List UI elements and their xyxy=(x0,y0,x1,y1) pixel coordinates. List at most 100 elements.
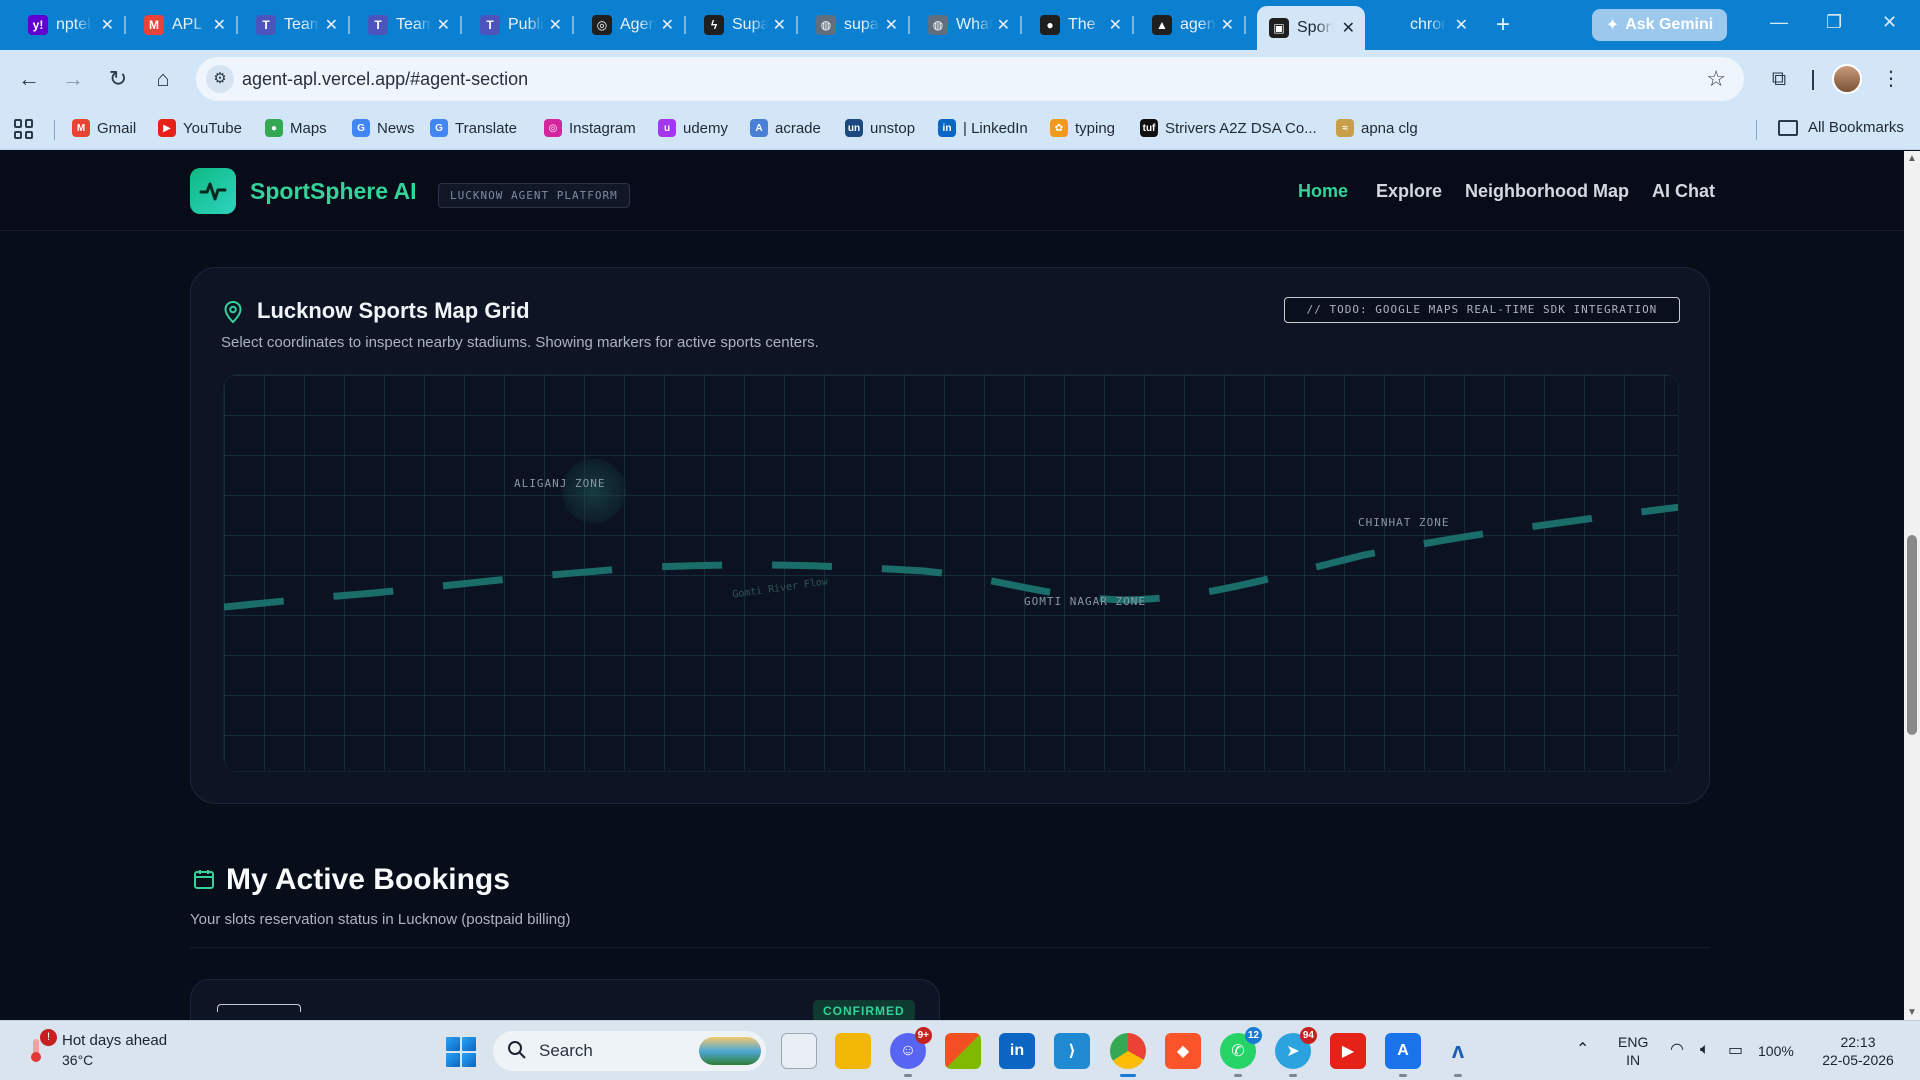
brave-icon[interactable]: ◆ xyxy=(1165,1033,1201,1069)
browser-tab[interactable]: ● The ✕ xyxy=(1028,8,1134,42)
google-lens-icon[interactable]: ⧉ xyxy=(1764,64,1794,94)
close-window-button[interactable]: ✕ xyxy=(1882,12,1897,33)
bookmark-apnaclg[interactable]: ≈ apna clg xyxy=(1336,119,1418,137)
supabase-icon: ϟ xyxy=(704,15,724,35)
bookmark-star-icon[interactable]: ☆ xyxy=(1706,66,1726,92)
tab-close-icon[interactable]: ✕ xyxy=(661,15,674,35)
minimize-button[interactable]: — xyxy=(1770,12,1788,33)
telegram-icon[interactable]: ➤ 94 xyxy=(1275,1027,1317,1077)
map-card: Lucknow Sports Map Grid Select coordinat… xyxy=(190,267,1710,804)
browser-tab[interactable]: ▣ SportSphere ✕ xyxy=(1257,6,1365,50)
bookmark-gmail[interactable]: M Gmail xyxy=(72,119,136,137)
map-grid[interactable]: ALIGANJ ZONE CHINHAT ZONE GOMTI NAGAR ZO… xyxy=(223,374,1679,772)
tray-overflow-chevron-icon[interactable]: ⌃ xyxy=(1576,1041,1589,1059)
ask-gemini-button[interactable]: ✦ Ask Gemini xyxy=(1592,9,1727,41)
antigravity-icon[interactable]: ʌ xyxy=(1440,1033,1476,1077)
page-scrollbar[interactable]: ▲ ▼ xyxy=(1904,151,1920,1020)
nav-explore[interactable]: Explore xyxy=(1376,181,1442,202)
tab-close-icon[interactable]: ✕ xyxy=(549,15,562,35)
reload-icon[interactable]: ↻ xyxy=(103,64,133,94)
bookmark-udemy[interactable]: u udemy xyxy=(658,119,728,137)
all-bookmarks-button[interactable]: All Bookmarks xyxy=(1778,119,1904,136)
back-arrow-icon[interactable]: ← xyxy=(14,64,44,94)
profile-avatar[interactable] xyxy=(1832,64,1862,94)
bookmark-typing[interactable]: ✿ typing xyxy=(1050,119,1115,137)
windows-taskbar: ! Hot days ahead 36°C Search ☺ 9+ in ⟩ ◆… xyxy=(0,1020,1920,1080)
scroll-down-arrow-icon[interactable]: ▼ xyxy=(1907,1007,1917,1018)
browser-tab[interactable]: T Teams ✕ xyxy=(244,8,350,42)
bookmark-news[interactable]: G News xyxy=(352,119,415,137)
tab-close-icon[interactable]: ✕ xyxy=(101,15,114,35)
site-info-icon[interactable]: ⚙ xyxy=(206,65,234,93)
windows-start-icon[interactable] xyxy=(446,1037,476,1067)
globe-icon: ◍ xyxy=(928,15,948,35)
bookmark-acrade[interactable]: Aacrade xyxy=(750,119,821,137)
microsoft-store-icon[interactable] xyxy=(945,1033,981,1069)
taskbar-search[interactable]: Search xyxy=(493,1031,766,1071)
chrome-icon[interactable] xyxy=(1110,1033,1146,1077)
whatsapp-icon[interactable]: ✆ 12 xyxy=(1220,1027,1262,1077)
drawing-app-icon[interactable]: A xyxy=(1385,1033,1421,1077)
page-viewport: SportSphere AI LUCKNOW AGENT PLATFORM Ho… xyxy=(0,151,1904,1020)
calendar-icon xyxy=(194,870,214,889)
bookmark-tuf[interactable]: tuf Strivers A2Z DSA Co... xyxy=(1140,119,1317,137)
browser-tab[interactable]: ϟ Supabase ✕ xyxy=(692,8,798,42)
bookmark-unstop[interactable]: un unstop xyxy=(845,119,915,137)
tab-close-icon[interactable]: ✕ xyxy=(1109,15,1122,35)
new-tab-button[interactable]: + xyxy=(1488,10,1518,40)
tab-close-icon[interactable]: ✕ xyxy=(1342,18,1355,38)
brand-name[interactable]: SportSphere AI xyxy=(250,178,417,205)
scrollbar-thumb[interactable] xyxy=(1907,535,1917,735)
youtube-app-icon[interactable]: ▶ xyxy=(1330,1033,1366,1069)
tab-close-icon[interactable]: ✕ xyxy=(997,15,1010,35)
browser-tab[interactable]: chrome ✕ xyxy=(1370,8,1478,42)
forward-arrow-icon[interactable]: → xyxy=(58,64,88,94)
browser-tab[interactable]: y! nptel ✕ xyxy=(16,8,126,42)
nav-neighborhood-map[interactable]: Neighborhood Map xyxy=(1465,181,1629,202)
vscode-icon[interactable]: ⟩ xyxy=(1054,1033,1090,1069)
browser-tab[interactable]: M APL ✕ xyxy=(132,8,238,42)
toolbar-divider xyxy=(1812,70,1814,90)
clock[interactable]: 22:13 22-05-2026 xyxy=(1818,1033,1898,1069)
booking-card[interactable]: CONFIRMED xyxy=(190,979,940,1020)
volume-icon[interactable]: 🔈︎ xyxy=(1700,1041,1710,1059)
tab-close-icon[interactable]: ✕ xyxy=(437,15,450,35)
discord-icon[interactable]: ☺ 9+ xyxy=(890,1027,932,1077)
stadium-marker[interactable] xyxy=(562,459,626,523)
apps-grid-icon[interactable] xyxy=(14,119,34,139)
tab-close-icon[interactable]: ✕ xyxy=(213,15,226,35)
browser-tab[interactable]: ◍ What ✕ xyxy=(916,8,1022,42)
nav-home[interactable]: Home xyxy=(1298,181,1348,202)
wifi-icon[interactable]: ◠ xyxy=(1670,1041,1684,1059)
bookmark-translate[interactable]: G Translate xyxy=(430,119,517,137)
bookmark-instagram[interactable]: ◎ Instagram xyxy=(544,119,636,137)
browser-tab[interactable]: ◎ Agent ✕ xyxy=(580,8,686,42)
language-indicator[interactable]: ENG IN xyxy=(1618,1033,1648,1069)
scroll-up-arrow-icon[interactable]: ▲ xyxy=(1907,153,1917,164)
pulse-logo-icon[interactable] xyxy=(190,168,236,214)
browser-tab[interactable]: T Teams ✕ xyxy=(356,8,462,42)
linkedin-app-icon[interactable]: in xyxy=(999,1033,1035,1069)
browser-tab[interactable]: ▲ agent ✕ xyxy=(1140,8,1246,42)
battery-icon[interactable]: ▭ xyxy=(1728,1042,1743,1060)
home-icon[interactable]: ⌂ xyxy=(148,64,178,94)
task-view-icon[interactable] xyxy=(781,1033,817,1069)
bookmark-linkedin[interactable]: in | LinkedIn xyxy=(938,119,1028,137)
tab-close-icon[interactable]: ✕ xyxy=(1455,15,1468,35)
kebab-menu-icon[interactable]: ⋮ xyxy=(1876,64,1906,94)
restore-button[interactable]: ❐ xyxy=(1826,12,1842,33)
bookmark-maps[interactable]: ● Maps xyxy=(265,119,327,137)
tab-close-icon[interactable]: ✕ xyxy=(325,15,338,35)
maps-icon: ● xyxy=(265,119,283,137)
bookmark-youtube[interactable]: ▶ YouTube xyxy=(158,119,242,137)
tab-close-icon[interactable]: ✕ xyxy=(773,15,786,35)
browser-tab[interactable]: ◍ supabase ✕ xyxy=(804,8,910,42)
nav-ai-chat[interactable]: AI Chat xyxy=(1652,181,1715,202)
url-text[interactable]: agent-apl.vercel.app/#agent-section xyxy=(242,69,528,90)
address-bar[interactable]: ⚙ agent-apl.vercel.app/#agent-section ☆ xyxy=(196,57,1744,101)
browser-tab[interactable]: T Public ✕ xyxy=(468,8,574,42)
file-explorer-icon[interactable] xyxy=(835,1033,871,1069)
tab-close-icon[interactable]: ✕ xyxy=(885,15,898,35)
language-line1: ENG xyxy=(1618,1034,1649,1050)
tab-close-icon[interactable]: ✕ xyxy=(1221,15,1234,35)
